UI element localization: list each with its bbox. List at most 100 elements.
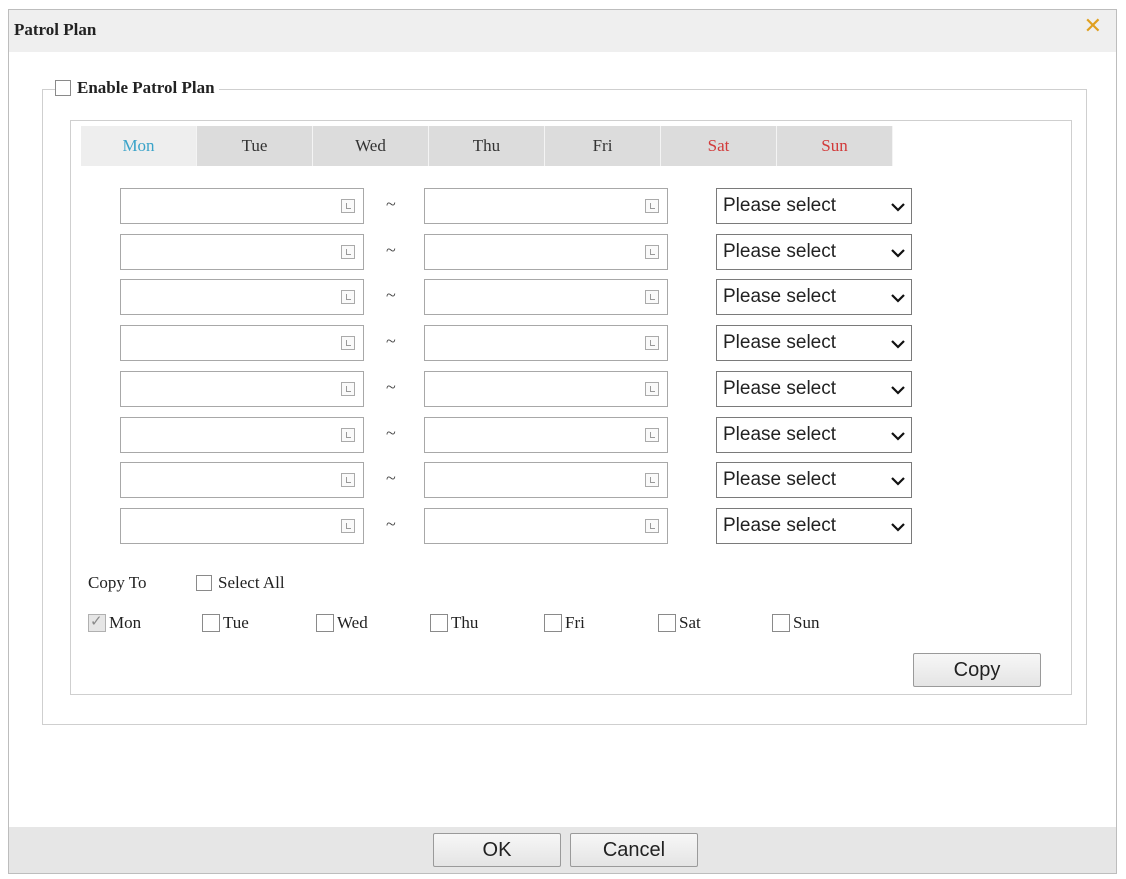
copy-day-checkbox[interactable] (544, 614, 562, 632)
copy-day-checkbox[interactable] (772, 614, 790, 632)
range-separator: ~ (386, 194, 396, 214)
copy-day-checkbox[interactable] (430, 614, 448, 632)
preset-select[interactable]: Please select (716, 507, 912, 544)
chevron-down-icon (891, 203, 905, 212)
chevron-down-icon (891, 523, 905, 532)
clock-icon[interactable] (645, 518, 659, 533)
start-time-input[interactable] (120, 416, 364, 453)
tab-thu[interactable]: Thu (429, 126, 545, 166)
clock-icon[interactable] (341, 244, 355, 259)
schedule-row: ~ Please select (120, 507, 920, 544)
clock-icon[interactable] (645, 336, 659, 351)
clock-icon[interactable] (341, 336, 355, 351)
preset-select[interactable]: Please select (716, 188, 912, 224)
start-time-input[interactable] (120, 462, 364, 499)
copy-day-checkbox[interactable] (316, 614, 334, 632)
clock-icon[interactable] (341, 199, 355, 213)
range-separator: ~ (386, 239, 396, 260)
chevron-down-icon (891, 431, 905, 441)
copy-day-label: Thu (451, 613, 479, 632)
range-separator: ~ (386, 376, 396, 397)
end-time-input[interactable] (424, 416, 668, 453)
preset-select[interactable]: Please select (716, 279, 912, 316)
clock-icon[interactable] (341, 290, 355, 305)
copy-day-thu[interactable]: Thu (430, 613, 478, 633)
copy-day-sat[interactable]: Sat (658, 613, 701, 633)
chevron-down-icon (891, 294, 905, 303)
patrol-plan-dialog: Patrol Plan ✕ Enable Patrol Plan Mon Tue W… (8, 9, 1117, 874)
end-time-input[interactable] (424, 233, 668, 270)
preset-select[interactable]: Please select (716, 233, 912, 270)
range-separator: ~ (386, 422, 396, 443)
start-time-input[interactable] (120, 233, 364, 270)
schedule-row: ~ Please select (120, 370, 920, 407)
clock-icon[interactable] (341, 518, 355, 533)
tab-mon[interactable]: Mon (81, 126, 197, 166)
end-time-input[interactable] (424, 462, 668, 499)
preset-select-value: Please select (723, 286, 837, 308)
chevron-down-icon (891, 248, 905, 258)
preset-select-value: Please select (723, 240, 837, 262)
copy-to-label: Copy To (88, 573, 147, 592)
copy-day-label: Fri (565, 613, 585, 632)
clock-icon[interactable] (645, 290, 659, 305)
cancel-button[interactable]: Cancel (570, 833, 698, 867)
tab-sun[interactable]: Sun (777, 126, 893, 166)
preset-select[interactable]: Please select (716, 325, 912, 362)
preset-select[interactable]: Please select (716, 370, 912, 407)
copy-day-wed[interactable]: Wed (316, 613, 368, 633)
tab-sat[interactable]: Sat (661, 126, 777, 166)
clock-icon[interactable] (341, 473, 355, 488)
copy-day-mon[interactable]: Mon (88, 612, 142, 633)
tab-wed[interactable]: Wed (313, 126, 429, 166)
clock-icon[interactable] (645, 244, 659, 259)
tab-tue[interactable]: Tue (197, 126, 313, 166)
start-time-input[interactable] (120, 370, 364, 407)
end-time-input[interactable] (424, 325, 668, 362)
copy-day-checkbox[interactable] (202, 614, 220, 632)
copy-day-label: Wed (337, 613, 368, 632)
schedule-row: ~ Please select (120, 416, 920, 453)
copy-day-fri[interactable]: Fri (544, 613, 585, 633)
schedule-row: ~ Please select (120, 279, 920, 316)
clock-icon[interactable] (341, 381, 355, 396)
tab-fri[interactable]: Fri (545, 126, 661, 166)
close-icon[interactable]: ✕ (1084, 16, 1102, 38)
chevron-down-icon (891, 477, 905, 486)
copy-day-checkbox[interactable] (658, 614, 676, 632)
clock-icon[interactable] (645, 199, 659, 213)
copy-day-label: Sun (793, 613, 820, 632)
clock-icon[interactable] (645, 473, 659, 488)
schedule-row: ~ Please select (120, 233, 920, 270)
range-separator: ~ (386, 331, 396, 352)
enable-patrol-checkbox[interactable] (55, 80, 71, 96)
copy-day-checkbox[interactable] (88, 612, 106, 632)
preset-select-value: Please select (723, 332, 837, 354)
start-time-input[interactable] (120, 507, 364, 544)
preset-select-value: Please select (723, 514, 837, 536)
copy-day-sun[interactable]: Sun (772, 613, 819, 633)
start-time-input[interactable] (120, 325, 364, 362)
enable-patrol-legend: Enable Patrol Plan (55, 78, 219, 98)
clock-icon[interactable] (341, 427, 355, 442)
preset-select[interactable]: Please select (716, 416, 912, 453)
range-separator: ~ (386, 468, 396, 489)
select-all[interactable]: Select All (196, 573, 285, 593)
copy-day-label: Mon (109, 613, 142, 632)
copy-day-label: Tue (223, 613, 249, 632)
start-time-input[interactable] (120, 279, 364, 316)
clock-icon[interactable] (645, 427, 659, 442)
select-all-checkbox[interactable] (196, 575, 212, 591)
end-time-input[interactable] (424, 188, 668, 224)
copy-button[interactable]: Copy (913, 653, 1041, 687)
end-time-input[interactable] (424, 507, 668, 544)
ok-button[interactable]: OK (433, 833, 561, 867)
end-time-input[interactable] (424, 279, 668, 316)
copy-day-tue[interactable]: Tue (202, 613, 249, 633)
clock-icon[interactable] (645, 381, 659, 396)
dialog-title: Patrol Plan (14, 20, 97, 39)
preset-select-value: Please select (723, 377, 837, 399)
end-time-input[interactable] (424, 370, 668, 407)
preset-select[interactable]: Please select (716, 462, 912, 499)
start-time-input[interactable] (120, 188, 364, 224)
